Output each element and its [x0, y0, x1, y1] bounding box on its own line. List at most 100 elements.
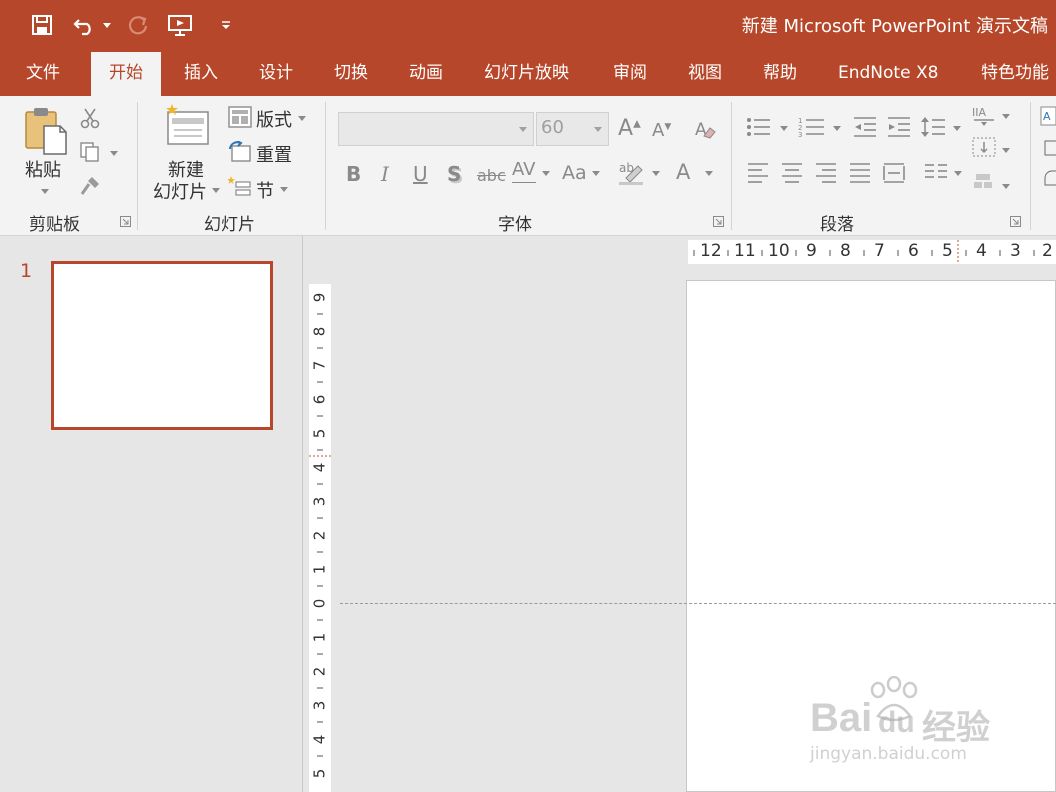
align-text-icon[interactable]: [972, 136, 998, 162]
new-slide-dropdown-icon[interactable]: [212, 188, 220, 193]
chevron-down-icon[interactable]: [1002, 148, 1010, 153]
layout-dropdown-icon[interactable]: [298, 116, 306, 121]
decrease-font-size-icon[interactable]: A▼: [652, 120, 671, 141]
bold-icon[interactable]: B: [346, 162, 361, 186]
watermark-jingyan: 经验: [922, 708, 990, 748]
distributed-icon[interactable]: [882, 162, 906, 188]
chevron-down-icon[interactable]: [1002, 184, 1010, 189]
ruler-label: 2: [310, 666, 329, 677]
line-spacing-icon[interactable]: [920, 116, 946, 142]
text-direction-icon[interactable]: IIA: [972, 104, 998, 130]
new-slide-button[interactable]: [164, 104, 210, 150]
watermark-brand-du: du: [878, 706, 915, 739]
font-group-label: 字体: [498, 215, 532, 235]
character-spacing-icon[interactable]: AV: [512, 159, 535, 180]
cut-button[interactable]: [78, 106, 102, 134]
justify-icon[interactable]: [848, 162, 872, 188]
group-separator: [325, 102, 326, 230]
slide-thumbnail[interactable]: [51, 261, 273, 430]
convert-to-smartart-icon[interactable]: [972, 172, 998, 198]
tab-insert[interactable]: 插入: [184, 50, 218, 96]
undo-button[interactable]: [72, 10, 98, 40]
dialog-launcher-icon[interactable]: [120, 216, 131, 227]
section-button[interactable]: 节: [256, 177, 274, 203]
ruler-label: 7: [874, 241, 885, 261]
rectangle-shape-icon[interactable]: [1044, 140, 1056, 160]
decrease-indent-icon[interactable]: [852, 116, 878, 142]
align-center-icon[interactable]: [780, 162, 804, 188]
ruler-label: 7: [310, 360, 329, 371]
text-shadow-icon[interactable]: S: [447, 162, 461, 186]
chevron-down-icon[interactable]: [833, 126, 841, 131]
chevron-down-icon[interactable]: [652, 171, 660, 176]
save-button[interactable]: [28, 10, 56, 40]
align-left-icon[interactable]: [746, 162, 770, 188]
dialog-launcher-icon[interactable]: [1010, 216, 1021, 227]
ribbon-tabs: 文件 开始 插入 设计 切换 动画 幻灯片放映 审阅 视图 帮助 EndNote…: [0, 50, 1056, 96]
format-painter-button[interactable]: [78, 174, 102, 202]
svg-text:A: A: [1043, 110, 1051, 123]
tab-endnote[interactable]: EndNote X8: [838, 50, 938, 96]
bullets-icon[interactable]: [746, 116, 772, 142]
horizontal-guide[interactable]: [340, 603, 1056, 604]
font-size-combobox[interactable]: 60: [536, 112, 609, 146]
change-case-icon[interactable]: Aa: [562, 162, 587, 184]
paste-dropdown-icon[interactable]: [41, 189, 49, 194]
tab-review[interactable]: 审阅: [613, 50, 647, 96]
clear-formatting-icon[interactable]: A: [694, 118, 716, 144]
ruler-label: 5: [942, 241, 953, 261]
increase-font-size-icon[interactable]: A▲: [618, 116, 641, 141]
copy-icon: [80, 142, 99, 162]
reset-button[interactable]: 重置: [256, 141, 292, 167]
columns-icon[interactable]: [924, 162, 948, 188]
tab-file[interactable]: 文件: [26, 50, 60, 96]
italic-icon[interactable]: I: [381, 162, 389, 186]
redo-button[interactable]: [126, 10, 150, 40]
chevron-down-icon[interactable]: [705, 171, 713, 176]
customize-qat-button[interactable]: [218, 10, 234, 40]
tab-transitions[interactable]: 切换: [334, 50, 368, 96]
chevron-down-icon[interactable]: [542, 171, 550, 176]
ruler-label: 4: [976, 241, 987, 261]
strikethrough-icon[interactable]: abc: [477, 166, 506, 185]
group-separator: [137, 102, 138, 230]
present-from-start-icon: [168, 15, 192, 36]
window-title: 新建 Microsoft PowerPoint 演示文稿: [741, 16, 1048, 37]
chevron-down-icon[interactable]: [953, 126, 961, 131]
paste-button[interactable]: [24, 106, 68, 156]
underline-icon[interactable]: U: [413, 162, 428, 186]
section-dropdown-icon[interactable]: [280, 187, 288, 192]
align-right-icon[interactable]: [814, 162, 838, 188]
highlight-color-icon[interactable]: ab: [618, 160, 646, 190]
copy-button[interactable]: [78, 140, 102, 168]
tab-special-features[interactable]: 特色功能: [981, 50, 1049, 96]
increase-indent-icon[interactable]: [886, 116, 912, 142]
layout-button[interactable]: 版式: [256, 106, 292, 132]
chevron-down-icon[interactable]: [780, 126, 788, 131]
horizontal-ruler[interactable]: 12 11 10 9 8 7 6 5 4 3 2: [688, 240, 1056, 264]
text-box-icon[interactable]: A: [1040, 106, 1056, 130]
vertical-ruler[interactable]: 9 8 7 6 5 4 3 2 1 0 1 2 3 4 5: [309, 284, 331, 792]
numbering-icon[interactable]: 123: [798, 116, 826, 142]
tab-help[interactable]: 帮助: [763, 50, 797, 96]
font-name-combobox[interactable]: [338, 112, 534, 146]
present-from-start-button[interactable]: [166, 10, 196, 40]
chevron-down-icon[interactable]: [592, 171, 600, 176]
font-color-icon[interactable]: A: [676, 160, 690, 184]
rounded-shape-icon[interactable]: [1044, 170, 1056, 190]
undo-dropdown[interactable]: [100, 10, 114, 40]
copy-dropdown-icon[interactable]: [110, 151, 118, 156]
tab-animations[interactable]: 动画: [409, 50, 443, 96]
tab-home[interactable]: 开始: [91, 52, 161, 96]
watermark-brand: Bai: [810, 696, 873, 740]
chevron-down-icon[interactable]: [954, 171, 962, 176]
tab-view[interactable]: 视图: [688, 50, 722, 96]
clipboard-paste-icon: [25, 108, 67, 155]
customize-qat-icon: [222, 21, 230, 29]
undo-icon: [73, 19, 91, 36]
dialog-launcher-icon[interactable]: [713, 216, 724, 227]
tab-design[interactable]: 设计: [259, 50, 293, 96]
title-bar: 新建 Microsoft PowerPoint 演示文稿: [0, 0, 1056, 50]
tab-slideshow[interactable]: 幻灯片放映: [484, 50, 569, 96]
chevron-down-icon[interactable]: [1002, 114, 1010, 119]
